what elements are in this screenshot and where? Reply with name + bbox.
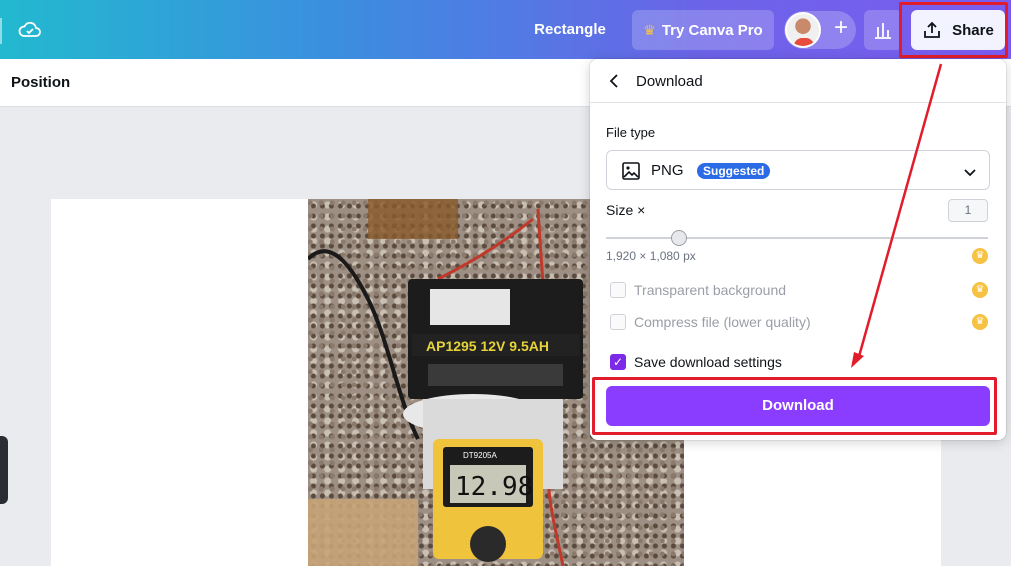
position-button[interactable]: Position	[11, 74, 70, 91]
back-arrow-icon[interactable]	[606, 72, 624, 90]
collaborators[interactable]: +	[784, 11, 856, 49]
bar-chart-icon	[875, 23, 891, 39]
multimeter-reading: 12.98	[455, 472, 533, 502]
dimensions-text: 1,920 × 1,080 px	[606, 249, 696, 263]
transparent-background-label: Transparent background	[634, 282, 787, 298]
image-icon	[622, 162, 640, 180]
pro-crown-icon: ♛	[972, 248, 988, 264]
cloud-saved-icon[interactable]	[18, 19, 42, 41]
size-label: Size ×	[606, 202, 646, 218]
side-panel-handle[interactable]	[0, 436, 8, 504]
battery-label-text: AP1295 12V 9.5AH	[426, 338, 549, 354]
suggested-badge: Suggested	[697, 163, 771, 179]
try-canva-pro-button[interactable]: ♛ Try Canva Pro	[632, 10, 774, 50]
save-download-settings-label: Save download settings	[634, 354, 782, 370]
file-type-value: PNG	[651, 162, 684, 179]
pro-crown-icon: ♛	[972, 314, 988, 330]
design-title[interactable]: Rectangle	[520, 21, 620, 38]
panel-title: Download	[636, 73, 703, 90]
panel-header: Download	[590, 59, 1006, 103]
avatar[interactable]	[785, 12, 821, 48]
share-highlight-box	[899, 2, 1008, 58]
insights-button[interactable]	[864, 10, 902, 50]
file-type-dropdown[interactable]: PNG Suggested	[606, 150, 990, 190]
file-type-label: File type	[606, 125, 656, 140]
size-input[interactable]: 1	[948, 199, 988, 222]
transparent-background-checkbox[interactable]	[610, 282, 626, 298]
multimeter-model: DT9205A	[463, 451, 497, 460]
top-toolbar: Rectangle ♛ Try Canva Pro + Share	[0, 0, 1011, 59]
download-highlight-box	[592, 377, 997, 435]
toolbar-divider	[0, 18, 2, 44]
add-collaborator-icon[interactable]: +	[828, 16, 854, 42]
crown-icon: ♛	[643, 21, 656, 38]
size-slider-thumb[interactable]	[671, 230, 687, 246]
compress-file-checkbox[interactable]	[610, 314, 626, 330]
chevron-down-icon	[964, 169, 976, 177]
compress-file-label: Compress file (lower quality)	[634, 314, 811, 330]
pro-crown-icon: ♛	[972, 282, 988, 298]
try-canva-pro-label: Try Canva Pro	[661, 21, 763, 39]
size-slider-track[interactable]	[606, 237, 988, 239]
save-download-settings-checkbox[interactable]: ✓	[610, 354, 626, 370]
